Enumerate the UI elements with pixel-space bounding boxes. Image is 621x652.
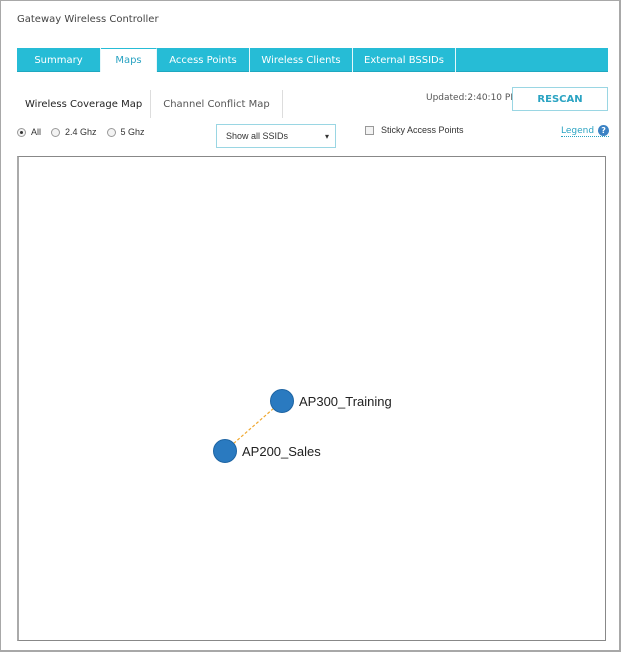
main-tabs: Summary Maps Access Points Wireless Clie… bbox=[17, 48, 608, 72]
app-title: Gateway Wireless Controller bbox=[17, 14, 159, 25]
radio-2-4ghz[interactable]: 2.4 Ghz bbox=[51, 127, 97, 137]
tab-access-points[interactable]: Access Points bbox=[157, 48, 250, 72]
ap-node-circle[interactable] bbox=[270, 389, 294, 413]
ssid-select[interactable]: Show all SSIDs ▾ bbox=[216, 124, 336, 148]
radio-button[interactable] bbox=[17, 127, 26, 137]
tab-maps[interactable]: Maps bbox=[101, 48, 157, 72]
radio-button[interactable] bbox=[51, 127, 61, 137]
rescan-button[interactable]: RESCAN bbox=[512, 87, 608, 111]
ap-link-line bbox=[233, 408, 274, 444]
legend-link[interactable]: Legend ? bbox=[561, 125, 610, 137]
coverage-map-canvas[interactable]: AP300_Training AP200_Sales bbox=[17, 156, 606, 641]
sticky-checkbox[interactable] bbox=[365, 125, 374, 135]
subtab-channel-conflict-map[interactable]: Channel Conflict Map bbox=[151, 90, 283, 118]
coverage-map-svg: AP300_Training AP200_Sales bbox=[213, 389, 392, 463]
radio-all[interactable]: All bbox=[17, 127, 41, 137]
ap-node-label: AP300_Training bbox=[299, 394, 392, 409]
band-filter: All 2.4 Ghz 5 Ghz bbox=[17, 127, 155, 137]
updated-timestamp: Updated:2:40:10 PM bbox=[426, 93, 519, 103]
tab-summary[interactable]: Summary bbox=[17, 48, 101, 72]
tab-external-bssids[interactable]: External BSSIDs bbox=[353, 48, 456, 72]
tab-wireless-clients[interactable]: Wireless Clients bbox=[250, 48, 353, 72]
sticky-access-points-toggle[interactable]: Sticky Access Points bbox=[365, 125, 464, 135]
ap-node-circle[interactable] bbox=[213, 439, 237, 463]
ap-node-ap200-sales[interactable]: AP200_Sales bbox=[213, 439, 322, 463]
map-subtabs: Wireless Coverage Map Channel Conflict M… bbox=[17, 90, 283, 118]
ap-node-label: AP200_Sales bbox=[242, 444, 321, 459]
sticky-label: Sticky Access Points bbox=[381, 125, 464, 135]
ssid-select-value: Show all SSIDs bbox=[226, 131, 289, 141]
ap-node-ap300-training[interactable]: AP300_Training bbox=[270, 389, 392, 413]
radio-button[interactable] bbox=[106, 127, 116, 137]
chevron-down-icon: ▾ bbox=[324, 132, 329, 141]
radio-label: 5 Ghz bbox=[120, 127, 145, 137]
legend-label: Legend bbox=[561, 125, 595, 136]
radio-5ghz[interactable]: 5 Ghz bbox=[106, 127, 145, 137]
radio-label: All bbox=[31, 127, 42, 137]
help-icon: ? bbox=[598, 125, 610, 136]
subtab-wireless-coverage-map[interactable]: Wireless Coverage Map bbox=[17, 90, 152, 118]
radio-label: 2.4 Ghz bbox=[65, 127, 97, 137]
